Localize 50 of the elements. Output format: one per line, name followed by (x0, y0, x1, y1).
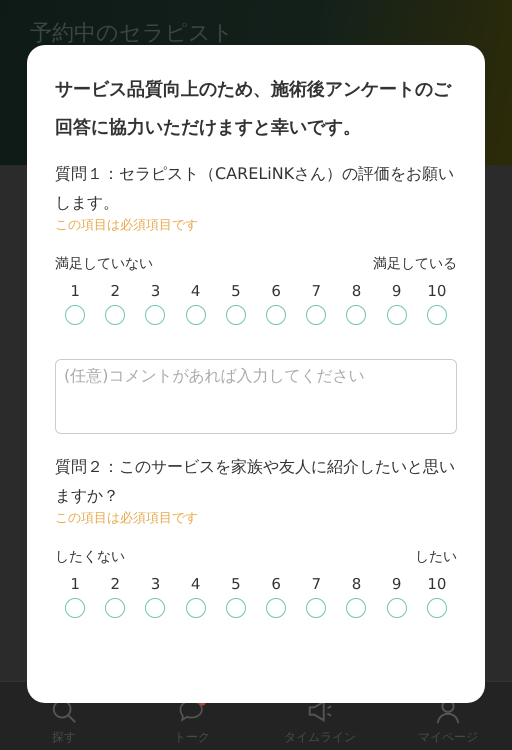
dialog-title: サービス品質向上のため、施術後アンケートのご回答に協力いただけますと幸いです。 (55, 78, 453, 140)
option-number: 3 (150, 281, 160, 301)
radio-button[interactable] (306, 305, 326, 325)
option-number: 7 (312, 574, 322, 594)
radio-button[interactable] (186, 598, 206, 618)
radio-button[interactable] (266, 305, 286, 325)
radio-button[interactable] (145, 305, 166, 325)
option-number: 9 (392, 281, 402, 301)
required-note: この項目は必須項目です (55, 217, 199, 235)
radio-button[interactable] (226, 598, 246, 618)
radio-button[interactable] (105, 598, 126, 618)
scale-high-label: 満足している (373, 255, 457, 273)
option-number: 8 (352, 281, 362, 301)
scale-high-label: したい (415, 548, 457, 566)
option-number: 2 (110, 574, 120, 594)
radio-button[interactable] (386, 598, 407, 618)
option-number: 9 (392, 574, 402, 594)
radio-button[interactable] (346, 598, 366, 618)
option-number: 2 (110, 281, 120, 301)
option-number: 4 (190, 281, 200, 301)
radio-button[interactable] (426, 305, 447, 325)
radio-button[interactable] (226, 305, 246, 325)
option-number: 8 (352, 574, 362, 594)
radio-button[interactable] (186, 305, 206, 325)
scale-low-label: 満足していない (55, 255, 153, 273)
option-number: 3 (150, 574, 160, 594)
radio-button[interactable] (145, 598, 166, 618)
comment-field[interactable]: (任意)コメントがあれば入力してください (55, 359, 457, 434)
radio-button[interactable] (266, 598, 286, 618)
scale-low-label: したくない (55, 548, 125, 566)
question-text: 質問２：このサービスを家族や友人に紹介したいと思いますか？ (55, 456, 456, 507)
option-number: 10 (427, 281, 446, 301)
option-number: 5 (231, 574, 241, 594)
radio-button[interactable] (306, 598, 326, 618)
radio-button[interactable] (65, 305, 86, 325)
option-number: 5 (231, 281, 241, 301)
radio-button[interactable] (65, 598, 86, 618)
radio-button[interactable] (386, 305, 407, 325)
option-number: 7 (312, 281, 322, 301)
question-text: 質問１：セラピスト（CARELiNKさん）の評価をお願いします。 (55, 163, 456, 214)
option-number: 1 (70, 281, 80, 301)
option-number: 6 (271, 281, 281, 301)
option-number: 10 (427, 574, 446, 594)
radio-button[interactable] (426, 598, 447, 618)
radio-button[interactable] (346, 305, 366, 325)
radio-button[interactable] (105, 305, 126, 325)
option-number: 1 (70, 574, 80, 594)
option-number: 6 (271, 574, 281, 594)
required-note: この項目は必須項目です (55, 510, 199, 528)
option-number: 4 (190, 574, 200, 594)
